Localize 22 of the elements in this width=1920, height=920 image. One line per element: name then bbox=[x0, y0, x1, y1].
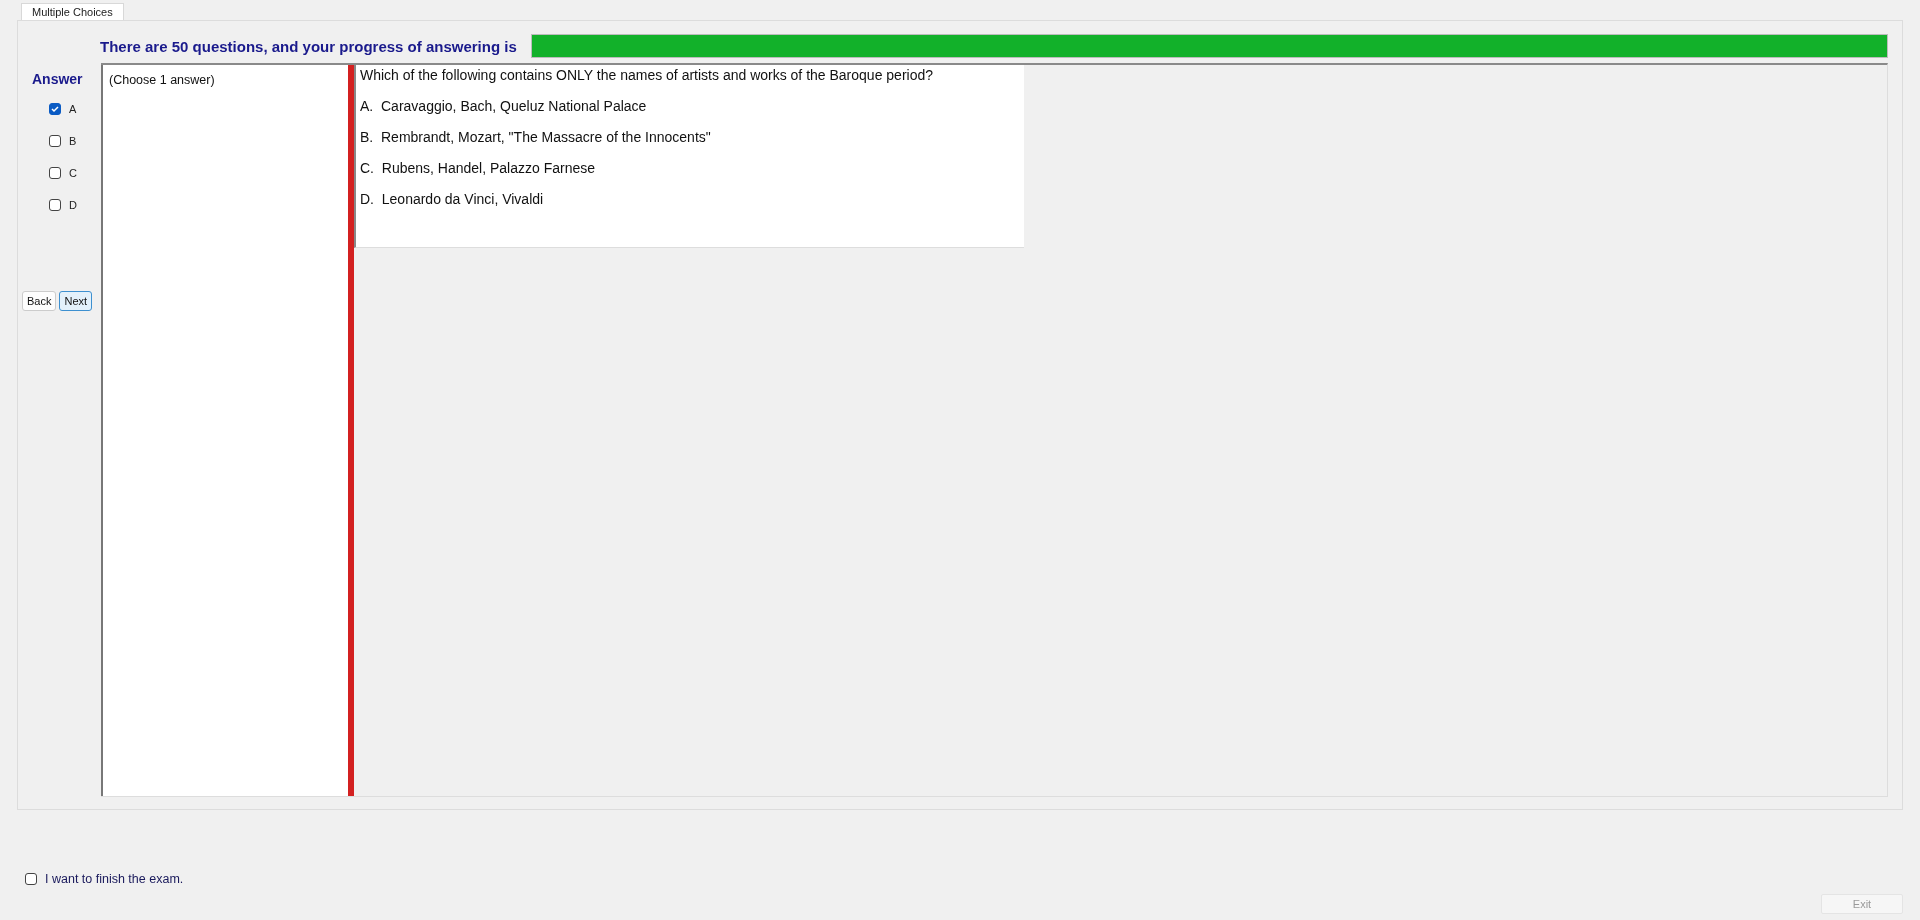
nav-button[interactable]: Next bbox=[59, 291, 93, 311]
option-label: D bbox=[69, 198, 77, 211]
answer-checkbox[interactable] bbox=[49, 102, 61, 115]
check-icon bbox=[51, 104, 59, 113]
nav-button[interactable]: Back bbox=[22, 291, 57, 311]
answer-choice: D. Leonardo da Vinci, Vivaldi bbox=[360, 191, 545, 207]
instruction-text: (Choose 1 answer) bbox=[109, 73, 215, 87]
option-label: C bbox=[69, 166, 77, 179]
answer-checkbox[interactable] bbox=[49, 134, 61, 147]
finish-label: I want to finish the exam. bbox=[45, 872, 184, 886]
option-label: B bbox=[69, 134, 77, 147]
answer-heading: Answer bbox=[32, 71, 84, 87]
answer-checkbox[interactable] bbox=[49, 198, 61, 211]
answer-choice: B. Rembrandt, Mozart, "The Massacre of the Innocents" bbox=[360, 129, 712, 145]
option-label: A bbox=[69, 102, 77, 115]
answer-choice: A. Caravaggio, Bach, Queluz National Palace bbox=[360, 98, 648, 114]
question-text: Which of the following contains ONLY the names of artists and works of the Baroque period? bbox=[360, 67, 934, 83]
progress-label: There are 50 questions, and your progress of answering is bbox=[100, 37, 517, 55]
finish-checkbox[interactable] bbox=[25, 873, 37, 885]
answer-checkbox[interactable] bbox=[49, 166, 61, 179]
tab[interactable]: Multiple Choices bbox=[21, 3, 124, 20]
answer-choice: C. Rubens, Handel, Palazzo Farnese bbox=[360, 160, 596, 176]
